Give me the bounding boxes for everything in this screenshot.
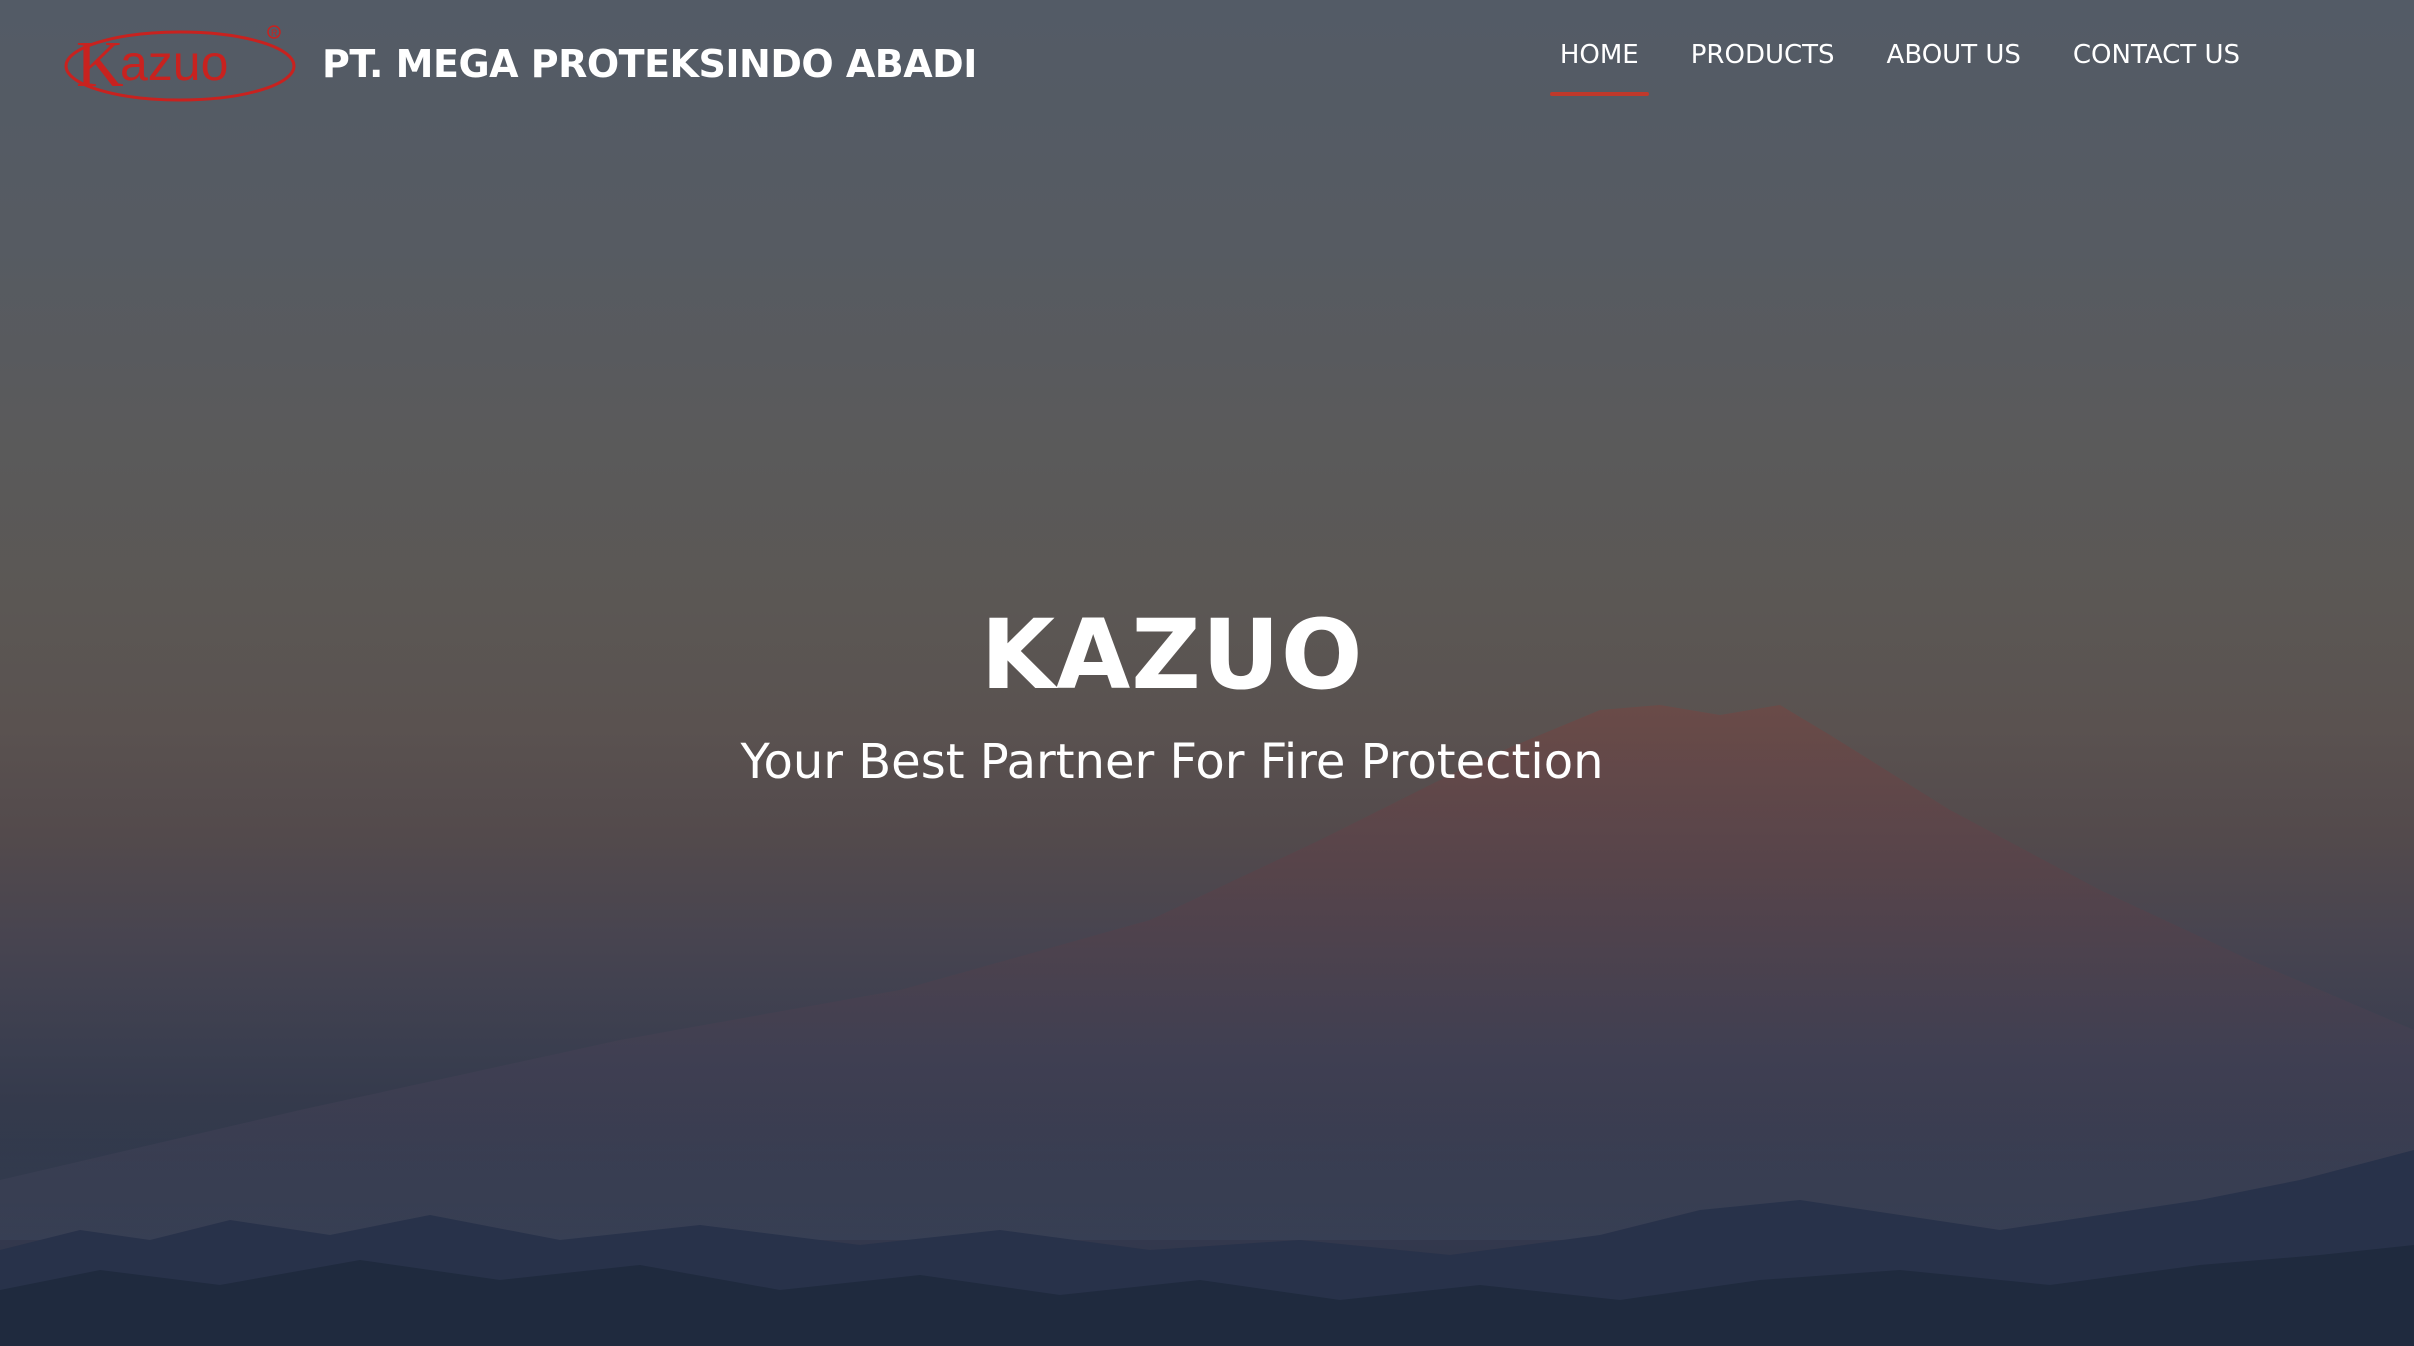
svg-text:K: K (76, 28, 124, 101)
nav-item-home[interactable]: HOME (1534, 40, 1665, 96)
nav-item-about-us[interactable]: ABOUT US (1861, 40, 2047, 96)
company-name[interactable]: PT. MEGA PROTEKSINDO ABADI (322, 42, 977, 86)
nav-item-contact-us[interactable]: CONTACT US (2047, 40, 2266, 96)
svg-text:R: R (271, 28, 278, 38)
nav-item-products[interactable]: PRODUCTS (1665, 40, 1861, 96)
main-nav-menu: HOME PRODUCTS ABOUT US CONTACT US (1534, 40, 2266, 96)
kazuo-logo[interactable]: K azuo R (62, 22, 300, 112)
top-navbar: K azuo R PT. MEGA PROTEKSINDO ABADI HOME… (0, 0, 2414, 135)
hero-subtitle: Your Best Partner For Fire Protection (740, 734, 1604, 791)
hero-title: KAZUO (980, 599, 1364, 711)
hero-content: KAZUO Your Best Partner For Fire Protect… (0, 599, 2344, 791)
svg-text:azuo: azuo (120, 35, 228, 91)
